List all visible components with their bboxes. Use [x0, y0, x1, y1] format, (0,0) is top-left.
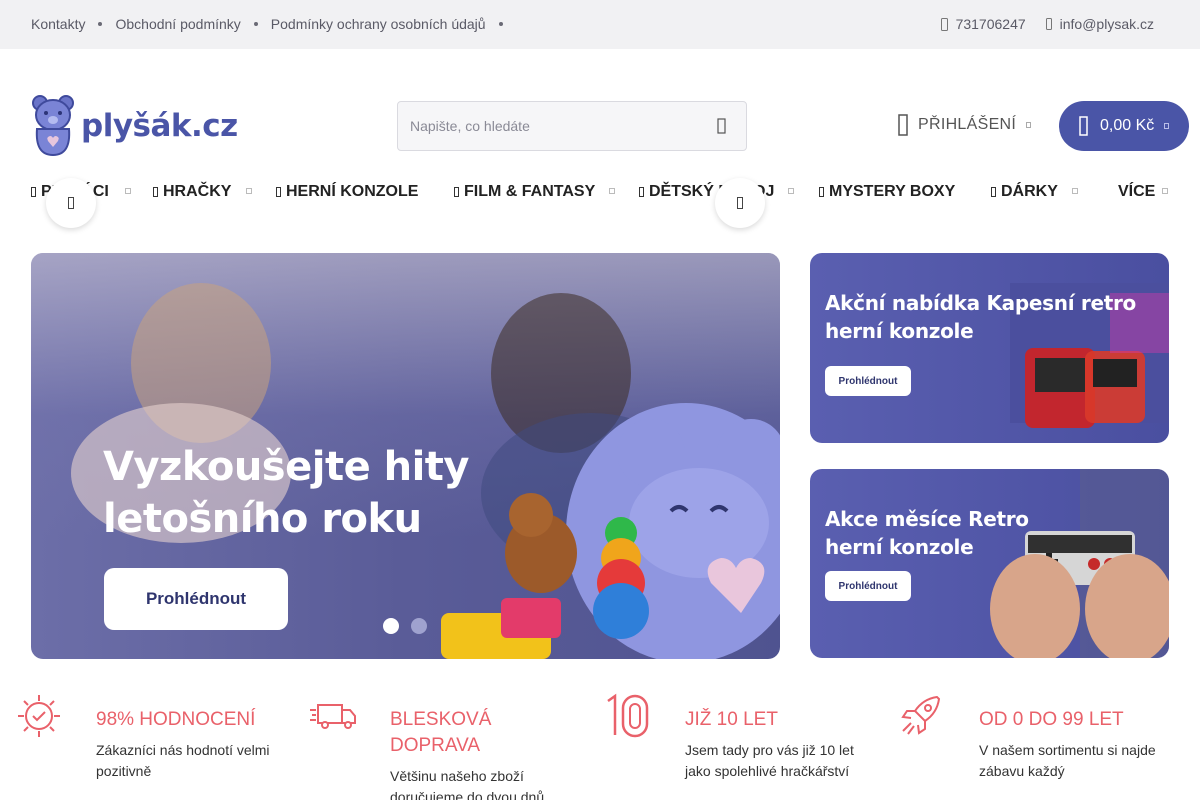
- search-icon: [717, 118, 726, 134]
- banner-cta-button[interactable]: Prohlédnout: [825, 571, 911, 601]
- login-label: PŘIHLÁŠENÍ: [918, 116, 1017, 133]
- chevron-down-icon[interactable]: [788, 188, 794, 194]
- nav-label: DÁRKY: [1001, 183, 1058, 200]
- separator-dot: [98, 22, 103, 26]
- feature-text: V našem sortimentu si najde zábavu každý: [979, 742, 1156, 779]
- cart-amount: 0,00 Kč: [1100, 117, 1155, 134]
- site-logo[interactable]: plyšák.cz: [31, 95, 238, 157]
- chevron-down-icon[interactable]: [246, 188, 252, 194]
- slider-dot[interactable]: [411, 618, 427, 634]
- teddy-bear-logo-icon: [32, 95, 74, 157]
- banner-title: Akční nabídka Kapesní retro herní konzol…: [825, 291, 1137, 343]
- nav-label: HERNÍ KONZOLE: [286, 183, 419, 200]
- top-bar: Kontakty Obchodní podmínky Podmínky ochr…: [0, 0, 1200, 49]
- promo-banner-1[interactable]: Akční nabídka Kapesní retro herní konzol…: [810, 253, 1169, 443]
- nav-item-herni-konzole[interactable]: HERNÍ KONZOLE: [276, 183, 418, 201]
- user-icon: [898, 114, 908, 136]
- feature-text: Zákazníci nás hodnotí velmi pozitivně: [96, 742, 270, 779]
- nav-label: MYSTERY BOXY: [829, 183, 956, 200]
- search-box: [397, 101, 747, 151]
- category-icon: [31, 187, 36, 197]
- banner-title: Akce měsíce Retro herní konzole: [825, 507, 1029, 559]
- nav-item-mystery-boxy[interactable]: MYSTERY BOXY: [819, 183, 955, 201]
- contact-info: 731706247 info@plysak.cz: [921, 16, 1154, 32]
- category-icon: [819, 187, 824, 197]
- hero-headline: Vyzkoušejte hity letošního roku: [103, 444, 470, 542]
- promo-banner-2[interactable]: Akce měsíce Retro herní konzole Prohlédn…: [810, 469, 1169, 658]
- phone-icon: [940, 17, 948, 31]
- chevron-down-icon: [1026, 122, 1032, 128]
- hero-slider: Vyzkoušejte hity letošního roku Prohlédn…: [31, 253, 780, 659]
- separator-dot: [498, 22, 503, 26]
- feature-text: Jsem tady pro vás již 10 let jako spoleh…: [685, 742, 854, 779]
- banner-illustration: [1010, 283, 1169, 428]
- top-links: Kontakty Obchodní podmínky Podmínky ochr…: [31, 16, 516, 32]
- link-obchodni-podminky[interactable]: Obchodní podmínky: [115, 16, 240, 32]
- feature-title: OD 0 DO 99 LET: [979, 709, 1124, 730]
- cart-button[interactable]: 0,00 Kč: [1059, 101, 1189, 151]
- phone-link[interactable]: 731706247: [940, 16, 1026, 32]
- email-address: info@plysak.cz: [1059, 16, 1154, 32]
- main-navigation: PLYŠÁCI HRAČKY HERNÍ KONZOLE FILM & FANT…: [31, 183, 1171, 203]
- nav-item-film-fantasy[interactable]: FILM & FANTASY: [454, 183, 595, 201]
- feature-title: JIŽ 10 LET: [685, 709, 778, 730]
- chevron-down-icon[interactable]: [1162, 188, 1168, 194]
- logo-wordmark: plyšák.cz: [81, 108, 238, 144]
- banner-illustration: [990, 469, 1169, 658]
- rocket-icon: [901, 695, 941, 735]
- slider-prev-button[interactable]: [46, 178, 96, 228]
- link-kontakty[interactable]: Kontakty: [31, 16, 85, 32]
- nav-item-vice[interactable]: VÍCE: [1118, 183, 1155, 201]
- nav-item-hracky[interactable]: HRAČKY: [153, 183, 231, 201]
- nav-label: HRAČKY: [163, 183, 232, 200]
- search-button[interactable]: [712, 116, 732, 136]
- rating-badge-icon: [18, 695, 60, 737]
- chevron-down-icon: [1164, 123, 1170, 129]
- slider-dot[interactable]: [383, 618, 399, 634]
- feature-text: Většinu našeho zboží doručujeme do dvou …: [390, 768, 545, 800]
- search-input[interactable]: [398, 102, 688, 150]
- login-link[interactable]: PŘIHLÁŠENÍ: [898, 114, 1039, 136]
- email-icon: [1045, 18, 1052, 30]
- phone-number: 731706247: [955, 16, 1026, 32]
- separator-dot: [253, 22, 258, 26]
- nav-label: VÍCE: [1118, 183, 1156, 200]
- cart-icon: [1079, 116, 1088, 136]
- feature-title: BLESKOVÁ DOPRAVA: [390, 709, 492, 756]
- chevron-left-icon: [68, 197, 74, 209]
- hero-cta-button[interactable]: Prohlédnout: [104, 568, 288, 630]
- nav-label: FILM & FANTASY: [464, 183, 596, 200]
- nav-item-darky[interactable]: DÁRKY: [991, 183, 1058, 201]
- chevron-down-icon[interactable]: [609, 188, 615, 194]
- feature-title: 98% HODNOCENÍ: [96, 709, 256, 730]
- banner-cta-button[interactable]: Prohlédnout: [825, 366, 911, 396]
- category-icon: [639, 187, 644, 197]
- category-icon: [991, 187, 996, 197]
- chevron-down-icon[interactable]: [125, 188, 131, 194]
- category-icon: [153, 187, 158, 197]
- email-link[interactable]: info@plysak.cz: [1045, 16, 1154, 32]
- slider-dots: [383, 618, 439, 634]
- delivery-truck-icon: [310, 704, 356, 729]
- ten-years-icon: [607, 693, 649, 738]
- chevron-down-icon[interactable]: [1072, 188, 1078, 194]
- category-icon: [454, 187, 459, 197]
- link-ochrana-udaju[interactable]: Podmínky ochrany osobních údajů: [271, 16, 486, 32]
- category-icon: [276, 187, 281, 197]
- slider-next-button[interactable]: [715, 178, 765, 228]
- chevron-right-icon: [737, 197, 743, 209]
